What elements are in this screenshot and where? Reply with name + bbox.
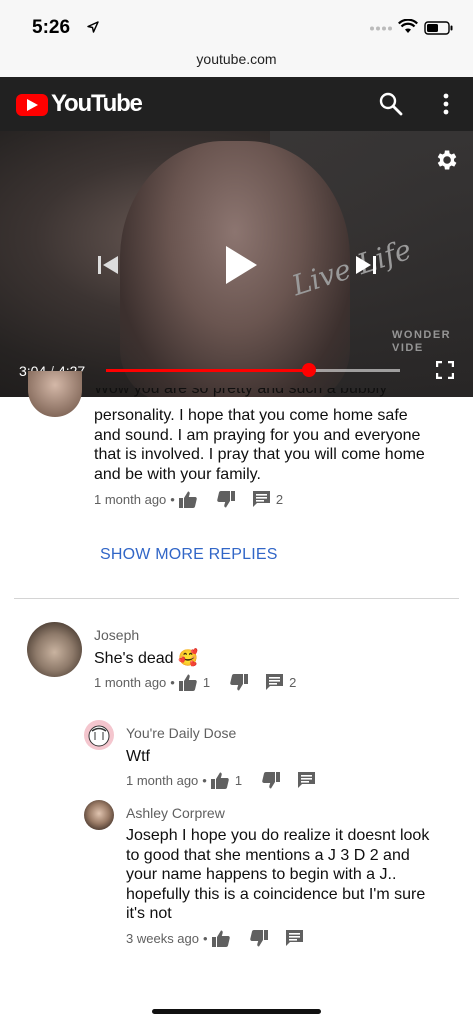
youtube-logo-icon[interactable] xyxy=(16,94,48,116)
avatar[interactable] xyxy=(84,800,114,830)
reply-time: 1 month ago xyxy=(126,772,199,788)
youtube-wordmark[interactable]: YouTube xyxy=(51,90,143,118)
reply-text: personality. I hope that you come home s… xyxy=(94,407,425,483)
divider xyxy=(14,598,459,599)
reply-author[interactable]: Ashley Corprew xyxy=(126,805,225,821)
reply-icon[interactable] xyxy=(285,930,303,946)
comment-author[interactable]: Joseph xyxy=(94,627,139,643)
status-time: 5:26 xyxy=(32,17,71,38)
show-more-replies-button[interactable]: SHOW MORE REPLIES xyxy=(100,546,278,564)
comment-time: 1 month ago xyxy=(94,674,167,690)
progress-scrubber[interactable] xyxy=(301,363,316,377)
url-bar[interactable]: youtube.com xyxy=(0,44,473,77)
reply-icon[interactable] xyxy=(252,491,270,507)
signal-icon xyxy=(370,26,392,31)
reply-meta: 3 weeks ago • xyxy=(126,928,303,948)
reply-count: 2 xyxy=(275,491,284,507)
status-bar: 5:26 xyxy=(0,0,473,44)
progress-played xyxy=(106,369,309,372)
thumb-down-icon[interactable] xyxy=(262,771,281,789)
fullscreen-icon[interactable] xyxy=(436,361,454,379)
progress-bar[interactable] xyxy=(106,363,400,377)
avatar[interactable] xyxy=(27,622,82,677)
reply-time: 1 month ago xyxy=(94,491,167,507)
watermark-line-1: WONDER xyxy=(392,329,452,341)
reply-text-clipped-line: Wow you are so pretty and such a bubbly xyxy=(94,388,388,397)
meta-dot: • xyxy=(170,491,175,507)
reply-text-clipped: Wow you are so pretty and such a bubbly xyxy=(94,388,454,400)
wifi-icon xyxy=(398,19,418,33)
watermark: WONDER VIDE xyxy=(392,329,451,355)
play-icon[interactable] xyxy=(224,245,258,285)
like-count: 1 xyxy=(202,674,211,690)
avatar-graphic xyxy=(88,725,110,747)
like-count: 1 xyxy=(234,772,243,788)
thumb-up-icon[interactable] xyxy=(211,930,230,947)
reply-meta: 1 month ago • 2 xyxy=(94,489,283,509)
thumb-up-icon[interactable] xyxy=(178,491,197,508)
meta-dot: • xyxy=(202,772,207,788)
previous-icon[interactable] xyxy=(96,253,120,277)
thumb-up-icon[interactable] xyxy=(210,772,229,789)
reply-author[interactable]: You're Daily Dose xyxy=(126,725,236,741)
thumb-down-icon[interactable] xyxy=(217,490,235,508)
reply-icon[interactable] xyxy=(266,674,284,690)
avatar[interactable] xyxy=(84,720,114,750)
reply-text: Joseph I hope you do realize it doesnt l… xyxy=(126,827,430,922)
avatar[interactable] xyxy=(28,371,82,417)
battery-icon xyxy=(424,21,453,35)
thumb-up-icon[interactable] xyxy=(178,674,197,691)
more-vert-icon[interactable] xyxy=(436,91,456,117)
comment-meta: 1 month ago • 1 2 xyxy=(94,672,296,692)
meta-dot: • xyxy=(170,674,175,690)
thumb-down-icon[interactable] xyxy=(249,929,268,947)
meta-dot: • xyxy=(203,930,208,946)
settings-icon[interactable] xyxy=(433,147,459,173)
watermark-line-2: VIDE xyxy=(392,342,424,354)
reply-meta: 1 month ago • 1 xyxy=(126,770,316,790)
reply-text: Wtf xyxy=(126,748,150,765)
reply-time: 3 weeks ago xyxy=(126,930,199,946)
home-indicator[interactable] xyxy=(152,1009,321,1014)
thumb-down-icon[interactable] xyxy=(230,673,249,691)
reply-icon[interactable] xyxy=(298,772,316,788)
location-arrow-icon xyxy=(87,21,99,33)
youtube-header: YouTube xyxy=(0,77,473,131)
comment-text: She's dead 🥰 xyxy=(94,650,198,667)
video-player[interactable]: Live Life 3:04 / 4:27 WONDER VIDE xyxy=(0,131,473,397)
reply-count: 2 xyxy=(289,674,297,690)
next-icon[interactable] xyxy=(354,253,378,277)
search-icon[interactable] xyxy=(378,91,404,117)
